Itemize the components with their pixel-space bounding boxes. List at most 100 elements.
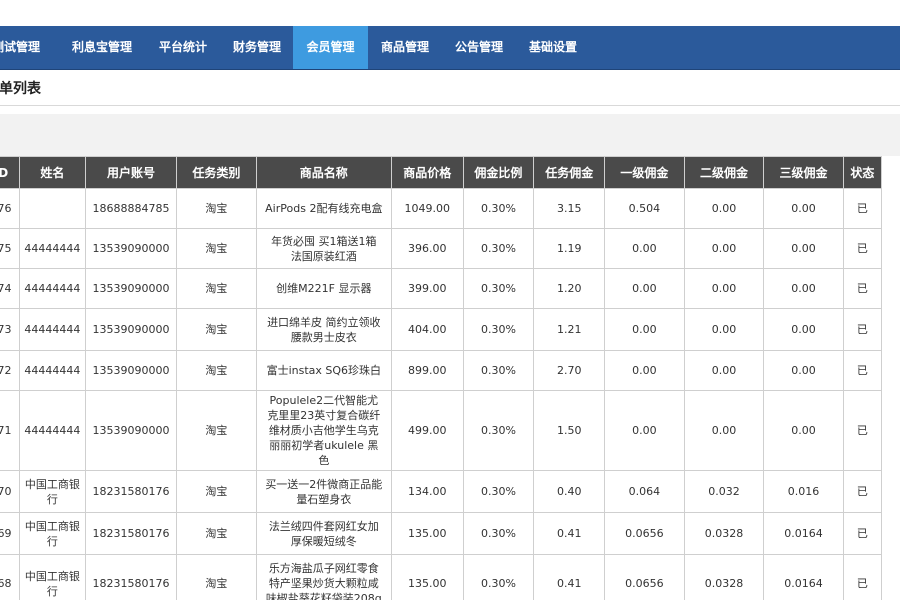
- main-nav-bar: 测试管理 利息宝管理 平台统计 财务管理 会员管理 商品管理 公告管理 基础设置: [0, 26, 900, 70]
- table-row: 168中国工商银行18231580176淘宝乐方海盐瓜子网红零食特产坚果炒货大颗…: [0, 554, 883, 600]
- cell-level1-commission: 0.00: [604, 350, 685, 391]
- nav-item-announcements[interactable]: 公告管理: [444, 26, 514, 69]
- cell-name: 44444444: [18, 268, 86, 309]
- cell-status: 已: [842, 228, 883, 269]
- cell-task-commission: 1.21: [533, 308, 606, 351]
- col-header-price: 商品价格: [391, 156, 464, 189]
- cell-name: 44444444: [18, 390, 86, 471]
- cell-level3-commission: 0.00: [763, 308, 844, 351]
- cell-level2-commission: 0.00: [683, 308, 765, 351]
- table-row: 1714444444413539090000淘宝Populele2二代智能尤克里…: [0, 390, 883, 471]
- col-header-account: 用户账号: [84, 156, 178, 189]
- cell-product-name: Populele2二代智能尤克里里23英寸复合碳纤维材质小吉他学生乌克丽丽初学者…: [255, 390, 393, 471]
- cell-name: 中国工商银行: [18, 554, 86, 600]
- cell-level1-commission: 0.064: [604, 470, 685, 513]
- cell-task-commission: 1.20: [533, 268, 606, 309]
- nav-item-platform-stats[interactable]: 平台统计: [148, 26, 218, 69]
- cell-task-commission: 0.41: [533, 512, 606, 555]
- cell-name: 44444444: [18, 228, 86, 269]
- cell-price: 1049.00: [391, 188, 464, 229]
- cell-commission-rate: 0.30%: [462, 350, 535, 391]
- cell-commission-rate: 0.30%: [462, 308, 535, 351]
- col-header-commission-rate: 佣金比例: [462, 156, 535, 189]
- cell-price: 134.00: [391, 470, 464, 513]
- nav-item-test-management[interactable]: 测试管理: [0, 26, 52, 69]
- cell-commission-rate: 0.30%: [462, 390, 535, 471]
- cell-status: 已: [842, 308, 883, 351]
- col-header-level3-commission: 三级佣金: [763, 156, 844, 189]
- cell-level3-commission: 0.00: [763, 228, 844, 269]
- cell-task-type: 淘宝: [176, 390, 257, 471]
- cell-id: 170: [0, 470, 20, 513]
- cell-commission-rate: 0.30%: [462, 470, 535, 513]
- top-header: [0, 0, 900, 26]
- cell-level2-commission: 0.00: [683, 188, 765, 229]
- cell-task-commission: 2.70: [533, 350, 606, 391]
- cell-status: 已: [842, 512, 883, 555]
- nav-item-interest-treasure[interactable]: 利息宝管理: [60, 26, 144, 69]
- nav-item-members[interactable]: 会员管理: [293, 26, 368, 69]
- cell-commission-rate: 0.30%: [462, 188, 535, 229]
- cell-task-commission: 1.50: [533, 390, 606, 471]
- cell-id: 175: [0, 228, 20, 269]
- col-header-product-name: 商品名称: [255, 156, 393, 189]
- cell-level3-commission: 0.016: [763, 470, 844, 513]
- cell-level1-commission: 0.00: [604, 268, 685, 309]
- table-header-row: ID 姓名 用户账号 任务类别 商品名称 商品价格 佣金比例 任务佣金 一级佣金…: [0, 156, 883, 189]
- col-header-task-commission: 任务佣金: [533, 156, 606, 189]
- cell-price: 404.00: [391, 308, 464, 351]
- cell-task-type: 淘宝: [176, 188, 257, 229]
- cell-level1-commission: 0.00: [604, 390, 685, 471]
- cell-account: 18231580176: [84, 512, 178, 555]
- cell-id: 168: [0, 554, 20, 600]
- cell-id: 173: [0, 308, 20, 351]
- col-header-status: 状态: [842, 156, 883, 189]
- cell-level2-commission: 0.032: [683, 470, 765, 513]
- table-row: 1754444444413539090000淘宝年货必囤 买1箱送1箱 法国原装…: [0, 228, 883, 269]
- cell-account: 18688884785: [84, 188, 178, 229]
- cell-task-commission: 1.19: [533, 228, 606, 269]
- cell-status: 已: [842, 554, 883, 600]
- cell-account: 18231580176: [84, 470, 178, 513]
- cell-task-type: 淘宝: [176, 308, 257, 351]
- cell-level1-commission: 0.0656: [604, 512, 685, 555]
- cell-task-commission: 0.40: [533, 470, 606, 513]
- title-divider: [0, 105, 900, 106]
- cell-task-commission: 3.15: [533, 188, 606, 229]
- cell-product-name: 买一送一2件微商正品能量石塑身衣: [255, 470, 393, 513]
- nav-item-products[interactable]: 商品管理: [370, 26, 440, 69]
- cell-task-type: 淘宝: [176, 228, 257, 269]
- cell-price: 899.00: [391, 350, 464, 391]
- cell-price: 135.00: [391, 554, 464, 600]
- cell-commission-rate: 0.30%: [462, 512, 535, 555]
- cell-product-name: AirPods 2配有线充电盒: [255, 188, 393, 229]
- cell-level2-commission: 0.00: [683, 390, 765, 471]
- cell-task-type: 淘宝: [176, 268, 257, 309]
- cell-level3-commission: 0.00: [763, 268, 844, 309]
- cell-commission-rate: 0.30%: [462, 228, 535, 269]
- cell-id: 172: [0, 350, 20, 391]
- cell-product-name: 法兰绒四件套网红女加厚保暖短绒冬: [255, 512, 393, 555]
- order-table-container: ID 姓名 用户账号 任务类别 商品名称 商品价格 佣金比例 任务佣金 一级佣金…: [0, 156, 900, 600]
- nav-item-basic-settings[interactable]: 基础设置: [518, 26, 588, 69]
- cell-level3-commission: 0.00: [763, 390, 844, 471]
- cell-level2-commission: 0.0328: [683, 554, 765, 600]
- cell-account: 13539090000: [84, 268, 178, 309]
- cell-task-type: 淘宝: [176, 470, 257, 513]
- cell-status: 已: [842, 470, 883, 513]
- cell-level1-commission: 0.0656: [604, 554, 685, 600]
- table-row: 169中国工商银行18231580176淘宝法兰绒四件套网红女加厚保暖短绒冬13…: [0, 512, 883, 555]
- cell-id: 171: [0, 390, 20, 471]
- cell-task-commission: 0.41: [533, 554, 606, 600]
- cell-level3-commission: 0.0164: [763, 512, 844, 555]
- cell-price: 396.00: [391, 228, 464, 269]
- cell-name: 44444444: [18, 350, 86, 391]
- col-header-id: ID: [0, 156, 20, 189]
- cell-id: 174: [0, 268, 20, 309]
- cell-product-name: 年货必囤 买1箱送1箱 法国原装红酒: [255, 228, 393, 269]
- cell-task-type: 淘宝: [176, 554, 257, 600]
- table-row: 17618688884785淘宝AirPods 2配有线充电盒1049.000.…: [0, 188, 883, 229]
- nav-item-finance[interactable]: 财务管理: [222, 26, 292, 69]
- cell-product-name: 乐方海盐瓜子网红零食特产坚果炒货大颗粒咸味椒盐葵花籽袋装208g: [255, 554, 393, 600]
- cell-task-type: 淘宝: [176, 512, 257, 555]
